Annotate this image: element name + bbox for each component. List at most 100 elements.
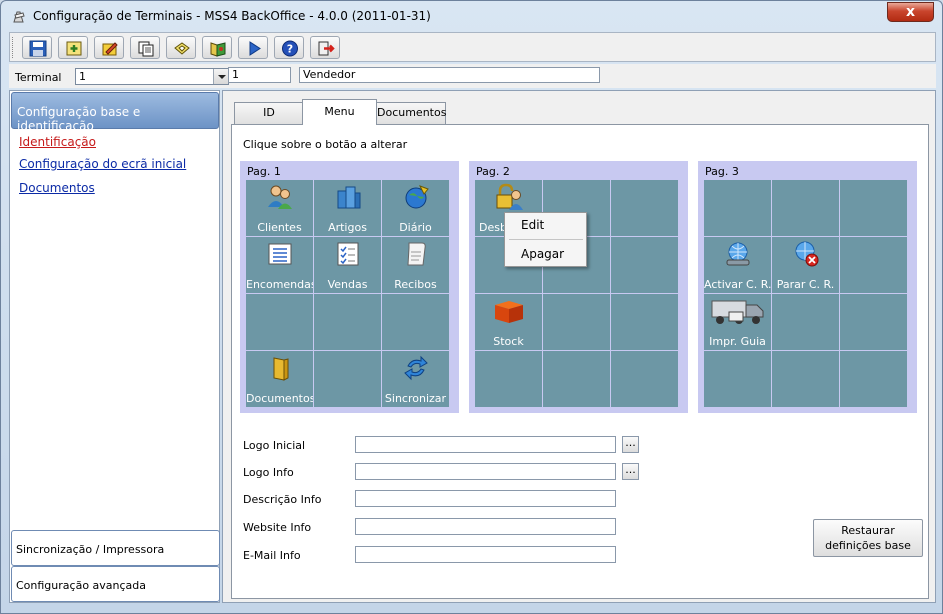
menu-button-vendas[interactable]: Vendas (314, 237, 381, 293)
terminal-code-field[interactable]: 1 (228, 67, 291, 83)
toolbar-grip[interactable] (12, 37, 15, 58)
menu-slot-empty[interactable] (314, 351, 381, 407)
logo-inicial-field[interactable] (355, 436, 616, 453)
menu-slot-empty[interactable] (611, 180, 678, 236)
terminal-name-field[interactable]: Vendedor (299, 67, 600, 83)
menu-slot-empty[interactable] (611, 237, 678, 293)
menu-button-stock[interactable]: Stock (475, 294, 542, 350)
users-icon (266, 183, 294, 211)
add-button[interactable] (58, 36, 88, 59)
menu-button-documentos[interactable]: Documentos (246, 351, 313, 407)
box-icon (492, 297, 526, 325)
tab-id[interactable]: ID (234, 102, 304, 124)
menu-button-impr-guia[interactable]: Impr. Guia (704, 294, 771, 350)
menu-slot-empty[interactable] (772, 180, 839, 236)
menu-hint: Clique sobre o botão a alterar (243, 138, 408, 151)
logo-inicial-browse-button[interactable]: ... (622, 436, 639, 453)
menu-button-label: Encomendas (246, 278, 313, 291)
menu-slot-empty[interactable] (543, 351, 610, 407)
restore-defaults-button[interactable]: Restaurar definições base (813, 519, 923, 557)
copy-button[interactable] (130, 36, 160, 59)
sidebar: Configuração base e identificação Identi… (9, 90, 220, 603)
terminal-select[interactable]: 1 (75, 68, 229, 85)
menu-slot-empty[interactable] (772, 351, 839, 407)
menu-slot-empty[interactable] (543, 294, 610, 350)
network-off-icon (792, 240, 820, 268)
menu-slot-empty[interactable] (246, 294, 313, 350)
list-icon (266, 240, 294, 268)
menu-button-label: Documentos (246, 392, 313, 405)
terminal-label: Terminal (15, 71, 62, 84)
menu-button-artigos[interactable]: Artigos (314, 180, 381, 236)
menu-slot-empty[interactable] (382, 294, 449, 350)
run-button[interactable] (238, 36, 268, 59)
menu-slot-empty[interactable] (611, 351, 678, 407)
help-button[interactable]: ? (274, 36, 304, 59)
sidebar-link-identificacao[interactable]: Identificação (19, 135, 96, 149)
menu-slot-empty[interactable] (475, 351, 542, 407)
menu-button-label: Stock (493, 335, 524, 348)
svg-text:?: ? (287, 43, 293, 56)
book-icon (210, 42, 226, 57)
email-info-field[interactable] (355, 546, 616, 563)
book-button[interactable] (202, 36, 232, 59)
sidebar-link-ecra-inicial[interactable]: Configuração do ecrã inicial (19, 157, 186, 171)
menu-slot-empty[interactable] (840, 180, 907, 236)
save-button[interactable] (22, 36, 52, 59)
menu-button-label: Clientes (257, 221, 302, 234)
menu-slot-empty[interactable] (314, 294, 381, 350)
descricao-info-field[interactable] (355, 490, 616, 507)
sidebar-section-sincronizacao[interactable]: Sincronização / Impressora (11, 530, 220, 566)
print-button[interactable] (166, 36, 196, 59)
context-menu-edit[interactable]: Edit (521, 218, 544, 232)
menu-slot-empty[interactable] (840, 294, 907, 350)
menu-button-label: Vendas (327, 278, 368, 291)
menu-button-label: Parar C. R. (776, 278, 835, 291)
menu-button-activar-c-r[interactable]: Activar C. R. (704, 237, 771, 293)
menu-button-encomendas[interactable]: Encomendas (246, 237, 313, 293)
save-icon (29, 40, 47, 57)
terminal-select-value: 1 (79, 70, 86, 83)
chevron-down-icon[interactable] (213, 69, 228, 84)
close-button[interactable]: x (887, 2, 934, 22)
menu-button-parar-c-r[interactable]: Parar C. R. (772, 237, 839, 293)
menu-slot-empty[interactable] (704, 180, 771, 236)
exit-button[interactable] (310, 36, 340, 59)
menu-button-recibos[interactable]: Recibos (382, 237, 449, 293)
menu-page-2: Pag. 2 Desb Stock (469, 161, 688, 413)
logo-info-browse-button[interactable]: ... (622, 463, 639, 480)
menu-button-di-rio[interactable]: Diário (382, 180, 449, 236)
menu-button-sincronizar[interactable]: Sincronizar (382, 351, 449, 407)
menu-page-1: Pag. 1 Clientes Artigos Diário Encomendas Ve… (240, 161, 459, 413)
context-menu-apagar[interactable]: Apagar (521, 247, 564, 261)
menu-slot-empty[interactable] (704, 351, 771, 407)
logo-info-label: Logo Info (243, 466, 294, 479)
email-info-label: E-Mail Info (243, 549, 301, 562)
menu-slot-empty[interactable] (772, 294, 839, 350)
tab-menu[interactable]: Menu (302, 99, 377, 125)
page-title: Pag. 3 (705, 165, 739, 178)
website-info-label: Website Info (243, 521, 312, 534)
page-title: Pag. 2 (476, 165, 510, 178)
tab-documentos[interactable]: Documentos (376, 102, 446, 124)
menu-grid: Activar C. R. Parar C. R. Impr. Guia (704, 180, 910, 409)
edit-button[interactable] (94, 36, 124, 59)
globe-icon (402, 183, 430, 211)
menu-button-clientes[interactable]: Clientes (246, 180, 313, 236)
menu-page-3: Pag. 3 Activar C. R. Parar C. R. Impr. Gui… (698, 161, 917, 413)
sidebar-section-avancada[interactable]: Configuração avançada (11, 566, 220, 602)
context-menu-separator (509, 239, 583, 240)
menu-slot-empty[interactable] (840, 351, 907, 407)
sidebar-header[interactable]: Configuração base e identificação (11, 92, 219, 133)
website-info-field[interactable] (355, 518, 616, 535)
network-on-icon (724, 240, 752, 268)
menu-slot-empty[interactable] (611, 294, 678, 350)
sync-icon (402, 354, 430, 382)
menu-button-label: Activar C. R. (704, 278, 771, 291)
sidebar-link-documentos[interactable]: Documentos (19, 181, 95, 195)
menu-slot-empty[interactable] (840, 237, 907, 293)
receipt-icon (402, 240, 430, 268)
help-icon: ? (282, 40, 298, 57)
menu-button-label: Impr. Guia (709, 335, 766, 348)
logo-info-field[interactable] (355, 463, 616, 480)
